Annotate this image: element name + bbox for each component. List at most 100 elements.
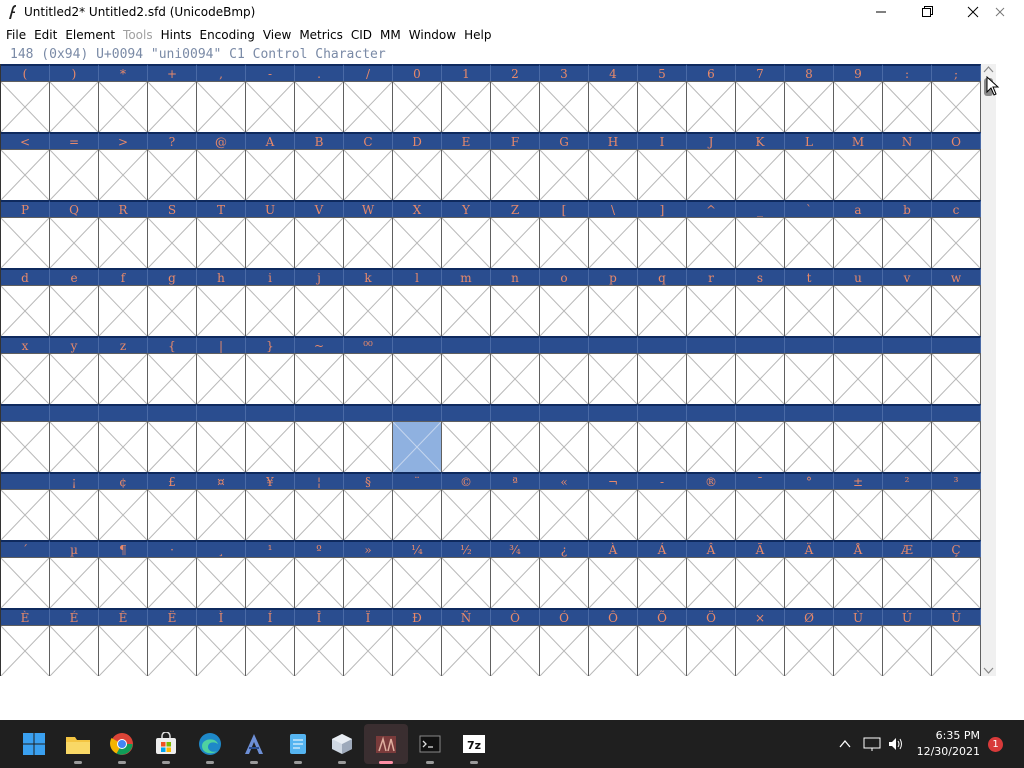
glyph-cell[interactable]: [687, 489, 736, 540]
volume-icon[interactable]: [886, 728, 906, 760]
glyph-cell[interactable]: [344, 353, 393, 404]
glyph-cell[interactable]: [344, 489, 393, 540]
glyph-cell[interactable]: [589, 421, 638, 472]
glyph-cell[interactable]: [785, 421, 834, 472]
menu-element[interactable]: Element: [61, 28, 119, 42]
glyph-cell[interactable]: [638, 149, 687, 200]
glyph-cell[interactable]: [344, 217, 393, 268]
glyph-cell[interactable]: [638, 557, 687, 608]
glyph-cell[interactable]: [638, 217, 687, 268]
glyph-cell[interactable]: [246, 81, 295, 132]
glyph-cell[interactable]: [491, 353, 540, 404]
glyph-cell[interactable]: [638, 285, 687, 336]
glyph-cell[interactable]: [148, 353, 197, 404]
glyph-cell[interactable]: [197, 625, 246, 676]
glyph-cell[interactable]: [883, 81, 932, 132]
glyph-cell[interactable]: [736, 81, 785, 132]
glyph-cell[interactable]: [393, 81, 442, 132]
menu-file[interactable]: File: [0, 28, 30, 42]
glyph-cell[interactable]: [687, 625, 736, 676]
glyph-cell[interactable]: [148, 421, 197, 472]
glyph-cell[interactable]: [99, 149, 148, 200]
chevron-up-icon[interactable]: [835, 728, 855, 760]
menu-window[interactable]: Window: [405, 28, 460, 42]
glyph-cell[interactable]: [883, 285, 932, 336]
glyph-cell[interactable]: [785, 625, 834, 676]
glyph-cell[interactable]: [834, 421, 883, 472]
glyph-cell[interactable]: [932, 625, 981, 676]
glyph-cell[interactable]: [491, 489, 540, 540]
glyph-cell[interactable]: [197, 217, 246, 268]
glyph-cell[interactable]: [834, 81, 883, 132]
glyph-cell[interactable]: [197, 149, 246, 200]
glyph-cell[interactable]: [197, 557, 246, 608]
glyph-cell[interactable]: [589, 285, 638, 336]
glyph-cell[interactable]: [883, 489, 932, 540]
glyph-cell[interactable]: [50, 217, 99, 268]
glyph-cell[interactable]: [442, 557, 491, 608]
minimize-button[interactable]: [858, 0, 904, 24]
glyph-cell[interactable]: [589, 81, 638, 132]
glyph-cell[interactable]: [540, 217, 589, 268]
glyph-cell[interactable]: [687, 149, 736, 200]
glyph-cell[interactable]: [1, 285, 50, 336]
glyph-cell[interactable]: [638, 625, 687, 676]
glyph-cell[interactable]: [834, 353, 883, 404]
glyph-cell[interactable]: [932, 149, 981, 200]
glyph-cell[interactable]: [442, 421, 491, 472]
glyph-cell[interactable]: [883, 625, 932, 676]
menu-cid[interactable]: CID: [347, 28, 376, 42]
glyph-cell[interactable]: [148, 81, 197, 132]
glyph-cell[interactable]: [1, 217, 50, 268]
outer-close-button[interactable]: [978, 0, 1022, 24]
glyph-cell[interactable]: [1, 353, 50, 404]
glyph-cell[interactable]: [344, 149, 393, 200]
glyph-cell[interactable]: [883, 557, 932, 608]
cube-icon[interactable]: [326, 728, 358, 760]
glyph-cell[interactable]: [932, 217, 981, 268]
glyph-cell[interactable]: [344, 81, 393, 132]
glyph-cell[interactable]: [148, 557, 197, 608]
menu-edit[interactable]: Edit: [30, 28, 61, 42]
glyph-cell[interactable]: [50, 489, 99, 540]
glyph-cell[interactable]: [148, 489, 197, 540]
edge-icon[interactable]: [194, 728, 226, 760]
glyph-cell[interactable]: [589, 353, 638, 404]
glyph-cell[interactable]: [736, 217, 785, 268]
glyph-cell[interactable]: [540, 625, 589, 676]
glyph-cell[interactable]: [687, 217, 736, 268]
glyph-cell[interactable]: [785, 149, 834, 200]
7zip-icon[interactable]: 7z: [458, 728, 490, 760]
scroll-down-icon[interactable]: [981, 664, 996, 676]
glyph-cell[interactable]: [50, 421, 99, 472]
network-icon[interactable]: [862, 728, 882, 760]
menu-metrics[interactable]: Metrics: [295, 28, 347, 42]
glyph-cell[interactable]: [491, 149, 540, 200]
glyph-cell[interactable]: [687, 81, 736, 132]
menu-view[interactable]: View: [259, 28, 295, 42]
glyph-cell[interactable]: [50, 353, 99, 404]
glyph-cell[interactable]: [246, 557, 295, 608]
glyph-cell[interactable]: [687, 557, 736, 608]
glyph-cell[interactable]: [246, 625, 295, 676]
glyph-cell[interactable]: [932, 489, 981, 540]
glyph-cell[interactable]: [1, 421, 50, 472]
glyph-cell[interactable]: [491, 625, 540, 676]
glyph-cell[interactable]: [834, 625, 883, 676]
glyph-cell[interactable]: [393, 489, 442, 540]
glyph-cell[interactable]: [246, 285, 295, 336]
glyph-cell[interactable]: [785, 557, 834, 608]
glyph-cell[interactable]: [393, 625, 442, 676]
glyph-cell[interactable]: [883, 353, 932, 404]
glyph-cell[interactable]: [491, 217, 540, 268]
file-explorer-icon[interactable]: [62, 728, 94, 760]
glyph-cell[interactable]: [1, 149, 50, 200]
glyph-cell[interactable]: [246, 489, 295, 540]
vertical-scrollbar[interactable]: [981, 64, 996, 676]
glyph-cell[interactable]: [834, 489, 883, 540]
glyph-cell[interactable]: [736, 489, 785, 540]
glyph-cell[interactable]: [834, 149, 883, 200]
glyph-cell[interactable]: [99, 557, 148, 608]
system-clock[interactable]: 6:35 PM 12/30/2021: [910, 728, 980, 760]
glyph-cell[interactable]: [393, 217, 442, 268]
